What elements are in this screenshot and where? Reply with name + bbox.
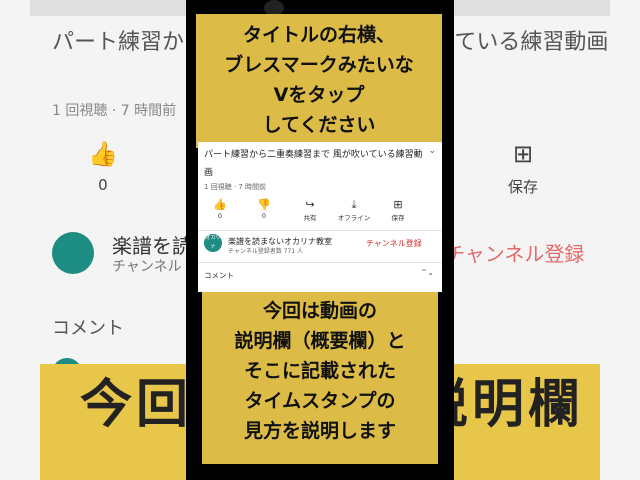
video-title[interactable]: パート練習から二重奏練習まで 風が吹いている練習動画 bbox=[204, 146, 426, 182]
thumb-up-icon: 👍 bbox=[88, 140, 118, 168]
thumb-down-icon: 👎 bbox=[257, 198, 271, 211]
video-info-panel: パート練習から二重奏練習まで 風が吹いている練習動画 ⌄ 1 回視聴 · 7 時… bbox=[198, 142, 442, 292]
subscribe-button[interactable]: チャンネル登録 bbox=[366, 238, 422, 249]
divider bbox=[198, 230, 442, 231]
divider bbox=[198, 262, 442, 263]
expand-description-icon[interactable]: ⌄ bbox=[428, 146, 436, 156]
action-bar: 👍 0 👎 0 ↪ 共有 ⤓ オフライン ⊞ 保存 bbox=[198, 198, 442, 226]
caption-line: タイトルの右横、 bbox=[242, 24, 395, 46]
background-channel-avatar bbox=[52, 232, 94, 274]
caption-line: 今回は動画の bbox=[262, 300, 377, 322]
download-button[interactable]: ⤓ オフライン bbox=[336, 198, 372, 222]
background-subscribe: チャンネル登録 bbox=[445, 242, 585, 266]
download-icon: ⤓ bbox=[351, 198, 357, 211]
caption-line: Vをタップ bbox=[273, 84, 365, 106]
subscriber-count: チャンネル登録者数 771 人 bbox=[228, 248, 304, 255]
comments-header[interactable]: コメント bbox=[204, 270, 234, 281]
background-channel-sub: チャンネル bbox=[112, 259, 182, 275]
share-icon: ↪ bbox=[305, 198, 315, 211]
like-button[interactable]: 👍 0 bbox=[202, 198, 238, 220]
save-plus-icon: ⊞ bbox=[393, 198, 403, 211]
video-meta: 1 回視聴 · 7 時間前 bbox=[204, 183, 267, 191]
caption-line: 見方を説明します bbox=[243, 420, 396, 442]
background-comment-label: コメント bbox=[52, 318, 124, 339]
caption-bottom: 今回は動画の 説明欄（概要欄）と そこに記載された タイムスタンプの 見方を説明… bbox=[202, 292, 438, 464]
background-view-count: 1 回視聴 · 7 時間前 bbox=[52, 103, 177, 119]
caption-line: ブレスマークみたいな bbox=[224, 54, 414, 76]
caption-line: そこに記載された bbox=[243, 360, 396, 382]
expand-comments-icon[interactable]: ⌃⌄ bbox=[421, 268, 434, 277]
share-button[interactable]: ↪ 共有 bbox=[292, 198, 328, 222]
background-like: 👍 0 bbox=[88, 140, 118, 194]
dislike-button[interactable]: 👎 0 bbox=[246, 198, 282, 220]
caption-line: タイムスタンプの bbox=[244, 390, 396, 412]
phone-screen: タイトルの右横、 ブレスマークみたいな Vをタップ してください パート練習から… bbox=[186, 0, 454, 480]
background-save: ⊞ 保存 bbox=[508, 140, 539, 196]
channel-avatar[interactable]: オカリナ bbox=[204, 234, 222, 252]
save-plus-icon: ⊞ bbox=[512, 140, 534, 168]
caption-line: 説明欄（概要欄）と bbox=[234, 330, 406, 352]
caption-top: タイトルの右横、 ブレスマークみたいな Vをタップ してください bbox=[196, 14, 442, 148]
caption-line: してください bbox=[262, 114, 376, 136]
thumb-up-icon: 👍 bbox=[213, 198, 227, 211]
save-button[interactable]: ⊞ 保存 bbox=[380, 198, 416, 222]
